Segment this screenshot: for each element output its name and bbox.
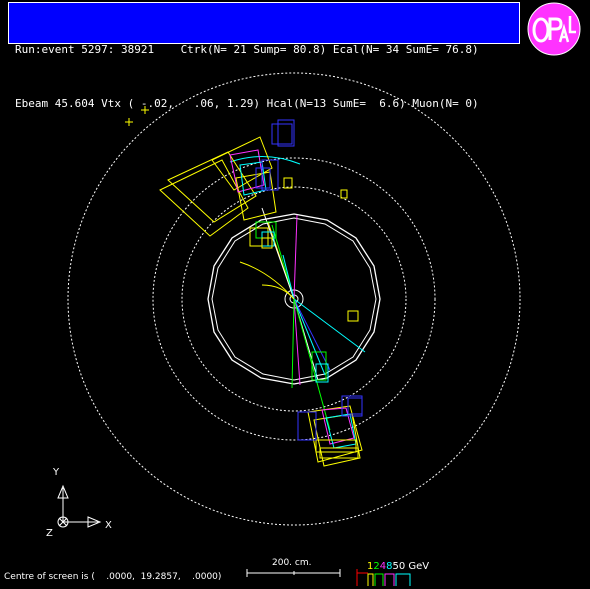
scale-bar-label: 200. cm. [272,558,312,568]
ecal-tower [229,149,265,193]
ecal-tower [159,159,249,237]
track-magenta-up [293,214,298,300]
axis-indicator [57,484,102,528]
scale-bar [246,569,341,577]
hcal-tower [340,189,348,199]
event-display [57,72,521,586]
ecal-tower [315,439,357,453]
screen-centre-readout: Centre of screen is ( .0000, 19.2857, .0… [4,572,222,582]
track-yellow-curl-2 [261,284,295,300]
energy-scale-labels: 124850 GeV [367,561,429,572]
axis-label-y: Y [53,467,60,478]
energy-scale-50gev: 50 GeV [392,561,430,572]
hcal-tower [347,310,359,322]
axis-label-x: X [105,520,112,531]
muon-hit [271,123,293,145]
track-green-down [291,298,295,389]
muon-hit [297,411,317,441]
hcal-tower [283,177,293,189]
stray-hits [125,106,149,126]
axis-label-z: Z [46,528,53,539]
ecal-tower [321,407,355,445]
tracks [229,155,366,431]
ecal-tower [325,413,357,449]
